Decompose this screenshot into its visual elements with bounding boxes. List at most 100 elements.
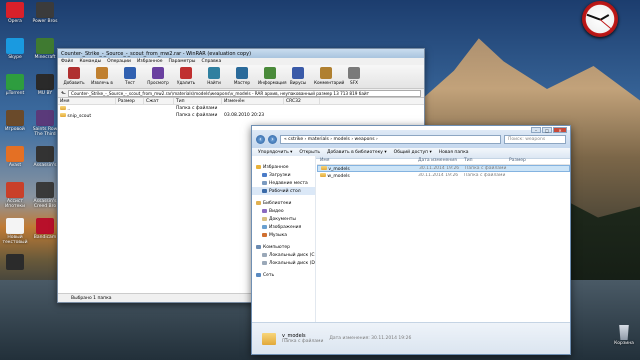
column-header[interactable]: CRC32: [284, 98, 320, 104]
maximize-button[interactable]: □: [542, 127, 552, 133]
column-header[interactable]: Дата изменения: [415, 156, 461, 164]
app-icon: [6, 110, 24, 126]
toolbar-button[interactable]: Вирусы: [286, 67, 310, 86]
desktop-icon[interactable]: Skype: [2, 38, 28, 60]
desktop-icon[interactable]: Ассист Ипотеки: [2, 182, 28, 209]
column-header[interactable]: Имя: [58, 98, 116, 104]
winrar-file-list: .. Папка с файлами snip_scout Папка с файл…: [58, 105, 424, 119]
explorer-window[interactable]: – □ ✕ ‹ › « cstrike › materials › models…: [251, 125, 571, 355]
menu-item[interactable]: Файл: [61, 59, 73, 64]
app-icon: [36, 38, 54, 54]
clock-gadget[interactable]: [582, 1, 618, 37]
column-header[interactable]: Размер: [116, 98, 144, 104]
nav-label: Рабочий стол: [269, 188, 301, 194]
toolbar-button[interactable]: SFX: [342, 67, 366, 86]
column-header[interactable]: Тип: [174, 98, 222, 104]
nav-item[interactable]: Локальный диск (D:): [252, 259, 315, 267]
desktop-icon[interactable]: Новый текстовый: [2, 218, 28, 245]
desktop-icon[interactable]: Saints Row The Third: [32, 110, 58, 137]
back-arrow-icon[interactable]: ‹: [256, 134, 265, 144]
app-icon: [36, 218, 54, 234]
toolbar-icon: [152, 67, 164, 79]
nav-item[interactable]: Библиотеки: [252, 199, 315, 207]
desktop-icon-label: Новый текстовый: [2, 235, 28, 245]
toolbar-button[interactable]: Извлечь в: [90, 67, 114, 86]
app-icon: [6, 146, 24, 162]
app-icon: [36, 2, 54, 18]
table-cell: Папка с файлами: [176, 113, 218, 118]
nav-item[interactable]: Недавние места: [252, 179, 315, 187]
desktop-icon[interactable]: µTorrent: [2, 74, 28, 96]
forward-arrow-icon[interactable]: ›: [268, 134, 277, 144]
nav-item[interactable]: Загрузки: [252, 171, 315, 179]
nav-item[interactable]: Музыка: [252, 231, 315, 239]
desktop-icon[interactable]: Assassin's: [32, 146, 58, 168]
menu-item[interactable]: Избранное: [137, 59, 163, 64]
toolbar-icon: [292, 67, 304, 79]
menu-item[interactable]: Операции: [107, 59, 131, 64]
table-cell: [116, 112, 144, 119]
nav-icon: [262, 181, 267, 185]
toolbar-button[interactable]: Добавить: [62, 67, 86, 86]
desktop-icon-label: Saints Row The Third: [32, 127, 58, 137]
toolbar-label: Найти: [207, 80, 221, 85]
column-header[interactable]: Имя: [317, 156, 415, 164]
column-header[interactable]: Размер: [506, 156, 546, 164]
table-row[interactable]: w_models 30.11.2014 19:26 Папка с файлами: [317, 172, 570, 179]
desktop-icon[interactable]: Opera: [2, 2, 28, 24]
app-icon: [6, 218, 24, 234]
desktop-icon[interactable]: [2, 254, 28, 271]
toolbar-button[interactable]: Найти: [202, 67, 226, 86]
toolbar-button[interactable]: Комментарий: [314, 67, 344, 86]
winrar-path[interactable]: Counter-_Strike_-_Source_-_scout_from_mw…: [68, 89, 421, 97]
desktop-icon[interactable]: Bandicam: [32, 218, 58, 240]
nav-item[interactable]: Изображения: [252, 223, 315, 231]
breadcrumb[interactable]: « cstrike › materials › models › weapons…: [280, 134, 501, 144]
nav-item[interactable]: Компьютер: [252, 243, 315, 251]
table-row[interactable]: v_models 30.11.2014 19:26 Папка с файлами: [317, 165, 570, 172]
toolbar-icon: [264, 67, 276, 79]
minimize-button[interactable]: –: [531, 127, 541, 133]
menu-item[interactable]: Справка: [201, 59, 221, 64]
nav-item[interactable]: Локальный диск (C:): [252, 251, 315, 259]
file-name: w_models: [317, 172, 415, 179]
folder-icon: [60, 113, 66, 117]
desktop-icon[interactable]: Игровой: [2, 110, 28, 132]
nav-item[interactable]: Рабочий стол: [252, 187, 315, 195]
app-icon: [36, 110, 54, 126]
table-row[interactable]: snip_scout Папка с файлами 03.08.2010 20:2…: [58, 112, 424, 119]
nav-icon: [262, 253, 267, 257]
toolbar-button[interactable]: Тест: [118, 67, 142, 86]
toolbar-icon: [348, 67, 360, 79]
desktop-icon[interactable]: MU BY: [32, 74, 58, 96]
column-header[interactable]: Сжат: [144, 98, 174, 104]
table-row[interactable]: .. Папка с файлами: [58, 105, 424, 112]
nav-icon: [262, 261, 267, 265]
toolbar-button[interactable]: Удалить: [174, 67, 198, 86]
toolbar-button[interactable]: Просмотр: [146, 67, 170, 86]
menu-item[interactable]: Команды: [79, 59, 101, 64]
column-header[interactable]: Изменён: [222, 98, 284, 104]
desktop-icon-label: µTorrent: [5, 91, 25, 96]
toolbar-label: Добавить: [63, 80, 85, 85]
desktop-icon[interactable]: Assassin's Creed Bro: [32, 182, 58, 209]
nav-item[interactable]: Сеть: [252, 271, 315, 279]
nav-label: Документы: [269, 216, 296, 222]
toolbar-button[interactable]: Мастер: [230, 67, 254, 86]
up-folder-icon[interactable]: ⬑: [61, 90, 66, 97]
desktop-icon[interactable]: Avast: [2, 146, 28, 168]
nav-item[interactable]: Документы: [252, 215, 315, 223]
search-input[interactable]: Поиск: weapons: [504, 134, 566, 144]
menu-item[interactable]: Параметры: [169, 59, 196, 64]
close-button[interactable]: ✕: [553, 127, 567, 133]
nav-item[interactable]: Избранное: [252, 163, 315, 171]
desktop-icon[interactable]: Power Bros: [32, 2, 58, 24]
clock-minute-hand: [586, 14, 601, 21]
recycle-bin[interactable]: Корзина: [610, 325, 638, 346]
nav-item[interactable]: Видео: [252, 207, 315, 215]
toolbar-icon: [180, 67, 192, 79]
column-header[interactable]: Тип: [461, 156, 506, 164]
window-controls: – □ ✕: [531, 127, 567, 133]
desktop-icon[interactable]: Minecraft: [32, 38, 58, 60]
toolbar-button[interactable]: Информация: [258, 67, 287, 86]
